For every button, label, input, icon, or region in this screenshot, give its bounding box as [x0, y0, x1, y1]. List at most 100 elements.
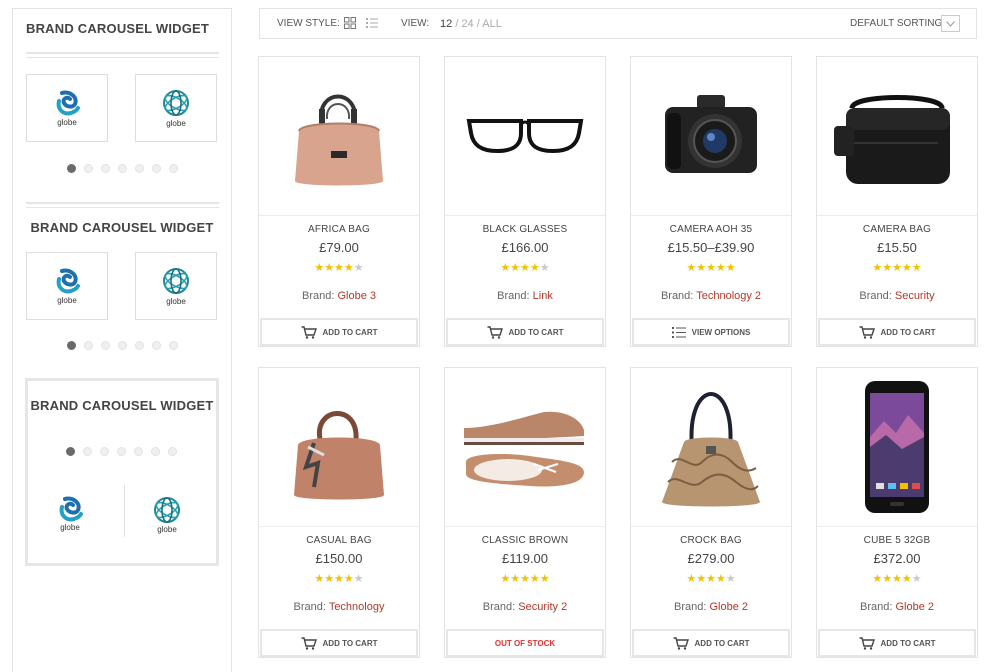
brand-logo-globe[interactable]: globe: [26, 74, 108, 142]
product-name[interactable]: CLASSIC BROWN: [445, 535, 605, 546]
carousel-dot[interactable]: [152, 341, 161, 350]
view-option-24[interactable]: 24: [461, 18, 473, 30]
cart-icon: [859, 636, 875, 650]
carousel-dot[interactable]: [83, 447, 92, 456]
view-style-label: VIEW STYLE:: [277, 18, 340, 29]
globe-logo-icon: [59, 496, 83, 522]
view-option-all[interactable]: ALL: [482, 18, 502, 30]
carousel-dot[interactable]: [84, 341, 93, 350]
product-image[interactable]: [631, 368, 791, 527]
widget-title: BRAND CAROUSEL WIDGET: [26, 21, 210, 36]
brand-logo-globe[interactable]: globe: [152, 495, 182, 534]
globe-logo-icon: [163, 268, 189, 294]
brand-label: Brand:: [660, 290, 694, 302]
brand-logo-globe[interactable]: globe: [26, 252, 108, 320]
product-price: £279.00: [687, 551, 735, 566]
product-name[interactable]: CASUAL BAG: [259, 535, 419, 546]
brand-label: Brand:: [673, 601, 707, 613]
product-brand: Brand: Security: [817, 290, 977, 302]
product-image[interactable]: [445, 57, 605, 216]
carousel-dot[interactable]: [118, 164, 127, 173]
product-brand: Brand: Security 2: [445, 601, 605, 613]
product-image[interactable]: [631, 57, 791, 216]
brand-label: Brand:: [859, 290, 892, 302]
add-to-cart-button[interactable]: ADD TO CART: [632, 629, 790, 657]
product-price: £79.00: [319, 240, 359, 255]
carousel-dot[interactable]: [101, 341, 110, 350]
product-image[interactable]: [259, 57, 419, 216]
sorting-select-label[interactable]: DEFAULT SORTING: [850, 18, 942, 29]
carousel-dot[interactable]: [169, 341, 178, 350]
carousel-dot[interactable]: [168, 447, 177, 456]
product-card: CAMERA AOH 35 £15.50–£39.90 ★★★★★ Brand:…: [630, 56, 792, 347]
product-image[interactable]: [817, 368, 977, 527]
product-name[interactable]: BLACK GLASSES: [445, 224, 605, 235]
globe-logo-icon: [56, 268, 80, 294]
button-label: ADD TO CART: [880, 327, 936, 337]
product-image[interactable]: [259, 368, 419, 527]
carousel-dot[interactable]: [151, 447, 160, 456]
product-name[interactable]: CAMERA AOH 35: [631, 224, 791, 235]
list-view-icon[interactable]: [366, 17, 378, 32]
brand-label: Brand:: [293, 601, 326, 613]
brand-link[interactable]: Security: [895, 290, 935, 302]
out-of-stock-label: OUT OF STOCK: [446, 629, 604, 657]
product-image[interactable]: [445, 368, 605, 527]
carousel-dot[interactable]: [84, 164, 93, 173]
logo-text: globe: [57, 118, 77, 127]
brand-link[interactable]: Link: [533, 290, 553, 302]
button-label: VIEW OPTIONS: [691, 327, 751, 337]
sidebar: BRAND CAROUSEL WIDGET globe globe BRAND …: [12, 8, 232, 672]
brand-link[interactable]: Technology: [329, 601, 385, 613]
add-to-cart-button[interactable]: ADD TO CART: [446, 318, 604, 346]
carousel-dot[interactable]: [67, 341, 76, 350]
brand-link[interactable]: Globe 3: [337, 290, 376, 302]
brand-link[interactable]: Globe 2: [709, 601, 748, 613]
product-name[interactable]: CUBE 5 32GB: [817, 535, 977, 546]
carousel-dot[interactable]: [67, 164, 76, 173]
carousel-dot[interactable]: [66, 447, 75, 456]
carousel-dot[interactable]: [101, 164, 110, 173]
brand-logo-globe[interactable]: globe: [56, 495, 84, 532]
product-brand: Brand: Technology: [259, 601, 419, 613]
carousel-dot[interactable]: [100, 447, 109, 456]
brand-link[interactable]: Technology 2: [696, 290, 761, 302]
brand-label: Brand:: [301, 290, 335, 302]
carousel-dot[interactable]: [135, 341, 144, 350]
add-to-cart-button[interactable]: ADD TO CART: [260, 318, 418, 346]
cart-icon: [859, 325, 875, 339]
product-name[interactable]: CROCK BAG: [631, 535, 791, 546]
product-name[interactable]: AFRICA BAG: [259, 224, 419, 235]
grid-view-icon[interactable]: [344, 17, 356, 32]
brand-logo-globe[interactable]: globe: [135, 252, 217, 320]
product-card: CASUAL BAG £150.00 ★★★★★ Brand: Technolo…: [258, 367, 420, 658]
product-card: CLASSIC BROWN £119.00 ★★★★★ Brand: Secur…: [444, 367, 606, 658]
product-card: CAMERA BAG £15.50 ★★★★★ Brand: Security …: [816, 56, 978, 347]
sorting-dropdown-button[interactable]: [941, 15, 960, 32]
add-to-cart-button[interactable]: ADD TO CART: [818, 629, 976, 657]
brand-logo-globe[interactable]: globe: [135, 74, 217, 142]
add-to-cart-button[interactable]: ADD TO CART: [260, 629, 418, 657]
button-label: ADD TO CART: [322, 638, 378, 648]
star-rating: ★★★★★: [872, 262, 922, 274]
carousel-dot[interactable]: [152, 164, 161, 173]
brand-label: Brand:: [859, 601, 893, 613]
brand-link[interactable]: Security 2: [518, 601, 567, 613]
carousel-dot[interactable]: [169, 164, 178, 173]
carousel-dot[interactable]: [118, 341, 127, 350]
widget-divider: [26, 202, 219, 208]
product-image[interactable]: [817, 57, 977, 216]
add-to-cart-button[interactable]: ADD TO CART: [818, 318, 976, 346]
product-price: £166.00: [501, 240, 549, 255]
view-options-button[interactable]: VIEW OPTIONS: [632, 318, 790, 346]
list-icon: [671, 326, 686, 338]
product-name[interactable]: CAMERA BAG: [817, 224, 977, 235]
view-option-12[interactable]: 12: [440, 18, 452, 30]
carousel-dot[interactable]: [117, 447, 126, 456]
cart-icon: [301, 636, 317, 650]
globe-logo-icon: [56, 90, 80, 116]
product-brand: Brand: Globe 2: [631, 601, 791, 613]
carousel-dot[interactable]: [135, 164, 144, 173]
brand-link[interactable]: Globe 2: [895, 601, 934, 613]
carousel-dot[interactable]: [134, 447, 143, 456]
